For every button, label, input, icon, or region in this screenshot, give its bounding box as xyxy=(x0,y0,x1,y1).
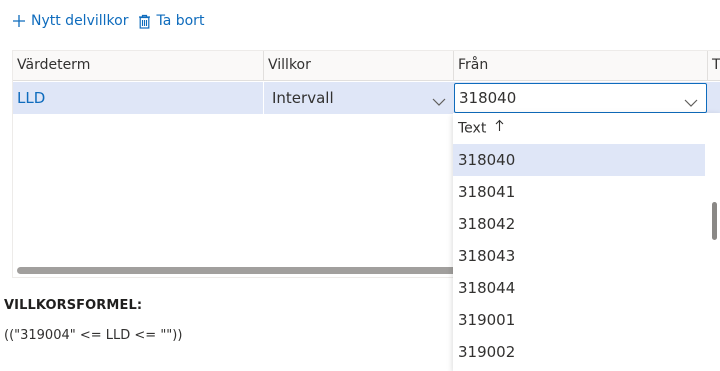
villkor-value: Intervall xyxy=(272,89,334,107)
chevron-down-icon[interactable] xyxy=(684,93,698,112)
fran-dropdown: Text 318040 318041 318042 318043 318044 … xyxy=(453,113,720,371)
dropdown-item[interactable]: 318043 xyxy=(453,240,705,272)
new-subcondition-label: Nytt delvillkor xyxy=(31,13,129,29)
dropdown-header[interactable]: Text xyxy=(453,113,720,144)
column-header-villkor[interactable]: Villkor xyxy=(264,51,454,81)
dropdown-header-label: Text xyxy=(458,120,487,137)
column-header-till[interactable]: T xyxy=(708,51,720,81)
dropdown-item[interactable]: 318042 xyxy=(453,208,705,240)
formula-label: VILLKORSFORMEL: xyxy=(4,298,143,313)
column-header-vardeterm[interactable]: Värdeterm xyxy=(13,51,264,81)
cell-vardeterm[interactable]: LLD xyxy=(13,82,264,114)
column-header-fran[interactable]: Från xyxy=(454,51,708,81)
horizontal-scrollbar[interactable] xyxy=(17,267,457,274)
villkor-select[interactable]: Intervall xyxy=(268,82,454,114)
dropdown-item[interactable]: 318044 xyxy=(453,272,705,304)
delete-button[interactable]: Ta bort xyxy=(138,13,204,29)
new-subcondition-button[interactable]: Nytt delvillkor xyxy=(12,13,128,29)
grid-header: Värdeterm Villkor Från T xyxy=(13,51,720,81)
fran-value[interactable]: 318040 xyxy=(459,84,516,112)
fran-combobox[interactable]: 318040 xyxy=(454,83,707,113)
arrow-up-icon xyxy=(495,113,504,144)
condition-editor: Nytt delvillkor Ta bort Värdeterm Villko… xyxy=(0,0,720,371)
dropdown-item[interactable]: 318040 xyxy=(453,144,705,176)
trash-icon xyxy=(138,14,151,29)
dropdown-item[interactable]: 318041 xyxy=(453,176,705,208)
dropdown-item[interactable]: 319002 xyxy=(453,336,705,368)
dropdown-item[interactable]: 319001 xyxy=(453,304,705,336)
chevron-down-icon[interactable] xyxy=(432,92,446,111)
table-row[interactable]: LLD Intervall 318040 xyxy=(13,82,720,114)
delete-label: Ta bort xyxy=(156,13,205,29)
vertical-scrollbar[interactable] xyxy=(712,202,717,240)
toolbar: Nytt delvillkor Ta bort xyxy=(12,7,214,35)
plus-icon xyxy=(12,14,26,28)
formula-value: (("319004" <= LLD <= "")) xyxy=(4,328,183,343)
dropdown-list: 318040 318041 318042 318043 318044 31900… xyxy=(453,144,705,368)
